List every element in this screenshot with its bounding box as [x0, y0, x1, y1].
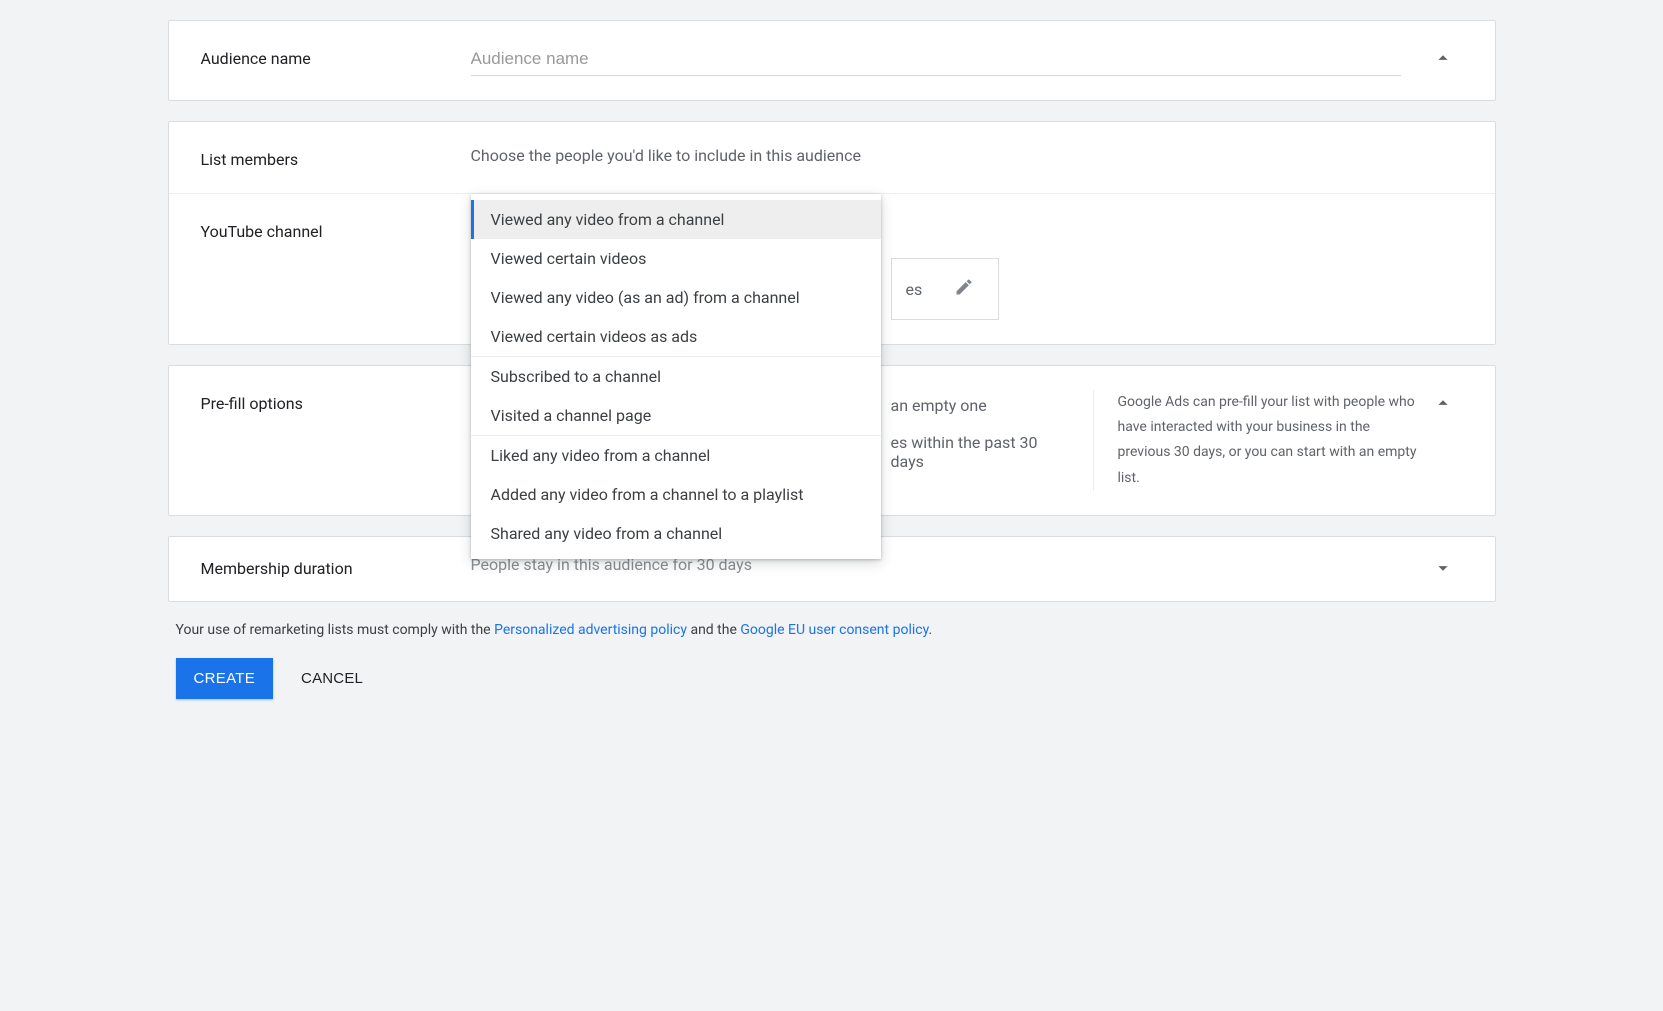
form-actions: CREATE CANCEL — [176, 658, 1496, 699]
youtube-channel-chip[interactable]: es — [891, 258, 999, 320]
list-members-option[interactable]: Viewed any video (as an ad) from a chann… — [471, 278, 881, 317]
list-members-dropdown: Viewed any video from a channelViewed ce… — [471, 194, 881, 559]
list-members-option[interactable]: Subscribed to a channel — [471, 357, 881, 396]
chevron-down-icon[interactable] — [1432, 557, 1454, 583]
list-members-option[interactable]: Shared any video from a channel — [471, 514, 881, 553]
list-members-label: List members — [201, 146, 471, 169]
list-members-option[interactable]: Viewed any video from a channel — [471, 200, 881, 239]
personalized-ad-policy-link[interactable]: Personalized advertising policy — [494, 622, 687, 638]
prefill-label: Pre-fill options — [201, 390, 471, 413]
list-members-card: List members Choose the people you'd lik… — [168, 121, 1496, 345]
membership-label: Membership duration — [201, 555, 471, 578]
list-members-option[interactable]: Liked any video from a channel — [471, 436, 881, 475]
policy-footnote: Your use of remarketing lists must compl… — [176, 622, 1496, 638]
chevron-up-icon[interactable] — [1432, 392, 1454, 418]
audience-name-card: Audience name — [168, 20, 1496, 101]
list-members-option[interactable]: Viewed certain videos as ads — [471, 317, 881, 356]
chevron-up-icon[interactable] — [1432, 47, 1454, 73]
prefill-option-1-partial: an empty one — [891, 396, 987, 415]
list-members-option[interactable]: Added any video from a channel to a play… — [471, 475, 881, 514]
pencil-icon — [954, 277, 974, 301]
eu-consent-policy-link[interactable]: Google EU user consent policy — [740, 622, 928, 638]
audience-name-label: Audience name — [201, 45, 471, 68]
audience-name-input[interactable] — [471, 45, 1401, 76]
youtube-channel-label: YouTube channel — [201, 218, 471, 241]
list-members-option[interactable]: Viewed certain videos — [471, 239, 881, 278]
prefill-info: Google Ads can pre-fill your list with p… — [1093, 390, 1423, 491]
youtube-channel-chip-text: es — [906, 280, 923, 299]
cancel-button[interactable]: CANCEL — [295, 669, 369, 688]
create-button[interactable]: CREATE — [176, 658, 274, 699]
list-members-hint: Choose the people you'd like to include … — [471, 146, 1463, 165]
prefill-option-2-partial: es within the past 30 days — [891, 433, 1069, 471]
list-members-option[interactable]: Visited a channel page — [471, 396, 881, 435]
